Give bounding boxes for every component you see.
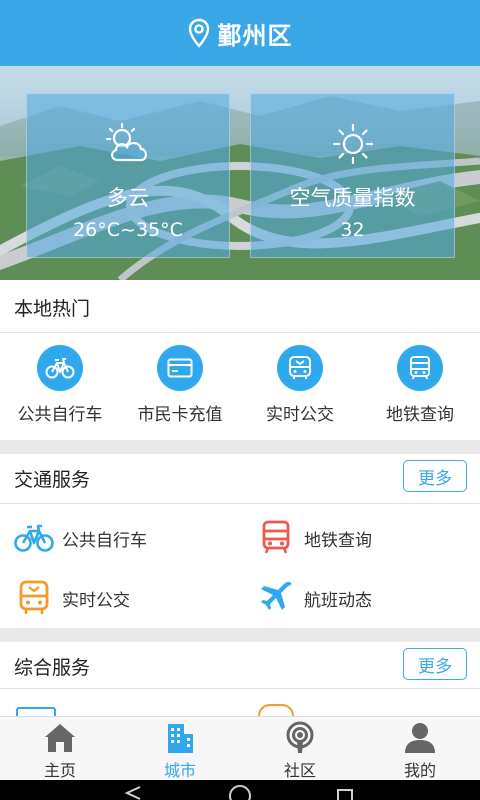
traffic-item-label: 实时公交 bbox=[62, 590, 130, 611]
top-header[interactable]: 鄞州区 bbox=[0, 0, 480, 66]
traffic-more-button[interactable]: 更多 bbox=[403, 460, 467, 492]
tab-label: 主页 bbox=[43, 761, 76, 780]
weather-card[interactable]: 多云 26°C~35°C bbox=[26, 93, 230, 258]
globe-icon-partial bbox=[258, 704, 294, 716]
user-icon bbox=[405, 723, 435, 753]
traffic-item-label: 公共自行车 bbox=[62, 530, 147, 551]
metro-icon bbox=[410, 356, 430, 380]
tab-label: 社区 bbox=[283, 761, 316, 780]
traffic-section-title: 交通服务 bbox=[14, 469, 91, 491]
hot-item-metro[interactable]: 地铁查询 bbox=[360, 345, 480, 425]
tab-profile[interactable]: 我的 bbox=[360, 717, 480, 781]
section-gap bbox=[0, 440, 480, 454]
bus-icon bbox=[19, 580, 49, 614]
air-quality-card[interactable]: 空气质量指数 32 bbox=[250, 93, 455, 258]
home-icon bbox=[45, 724, 75, 752]
back-icon[interactable] bbox=[124, 786, 142, 800]
traffic-item-flight[interactable]: 航班动态 bbox=[256, 578, 372, 618]
traffic-item-label: 航班动态 bbox=[304, 590, 372, 611]
traffic-item-metro[interactable]: 地铁查询 bbox=[256, 518, 372, 558]
divider bbox=[0, 688, 480, 689]
hot-item-label: 市民卡充值 bbox=[137, 405, 223, 425]
traffic-item-bicycle[interactable]: 公共自行车 bbox=[14, 518, 147, 558]
system-nav-bar bbox=[0, 780, 480, 800]
city-icon bbox=[168, 724, 193, 753]
app-screen: 鄞州区 多云 26°C~35°C 空气质量指数 32 本地热门 公共自行车 市民… bbox=[0, 0, 480, 800]
location-title: 鄞州区 bbox=[217, 21, 293, 50]
hot-item-label: 公共自行车 bbox=[17, 405, 103, 425]
airplane-icon bbox=[261, 581, 292, 610]
location-pin-icon bbox=[188, 18, 209, 48]
weather-banner: 多云 26°C~35°C 空气质量指数 32 bbox=[0, 66, 480, 280]
traffic-item-label: 地铁查询 bbox=[304, 530, 372, 551]
hot-item-label: 实时公交 bbox=[266, 405, 334, 425]
service-icon-partial bbox=[16, 707, 56, 716]
weather-condition: 多云 bbox=[107, 186, 149, 210]
hot-item-bus[interactable]: 实时公交 bbox=[240, 345, 360, 425]
card-icon bbox=[167, 358, 193, 378]
bus-icon bbox=[289, 356, 311, 379]
tab-label: 城市 bbox=[163, 761, 196, 780]
partly-cloudy-icon bbox=[105, 122, 147, 162]
hot-item-card-recharge[interactable]: 市民卡充值 bbox=[120, 345, 240, 425]
bicycle-icon bbox=[45, 358, 75, 379]
bicycle-icon bbox=[14, 524, 54, 552]
tab-label: 我的 bbox=[403, 761, 436, 780]
bottom-tab-bar: 主页 城市 社区 我的 bbox=[0, 716, 480, 780]
podcast-icon bbox=[286, 721, 314, 753]
sun-icon bbox=[332, 123, 373, 165]
divider bbox=[0, 503, 480, 504]
temperature-range: 26°C~35°C bbox=[73, 219, 183, 241]
recent-apps-icon[interactable] bbox=[336, 786, 354, 800]
divider bbox=[0, 332, 480, 333]
air-quality-value: 32 bbox=[340, 219, 365, 241]
general-section-title: 综合服务 bbox=[14, 657, 91, 679]
hot-section-title: 本地热门 bbox=[14, 298, 91, 320]
hot-item-bicycle[interactable]: 公共自行车 bbox=[0, 345, 120, 425]
general-more-button[interactable]: 更多 bbox=[403, 648, 467, 680]
tab-home[interactable]: 主页 bbox=[0, 717, 120, 781]
traffic-item-bus[interactable]: 实时公交 bbox=[14, 578, 130, 618]
section-gap bbox=[0, 628, 480, 642]
metro-icon bbox=[262, 520, 290, 554]
home-circle-icon[interactable] bbox=[228, 784, 252, 800]
tab-city[interactable]: 城市 bbox=[120, 717, 240, 781]
hot-item-label: 地铁查询 bbox=[386, 405, 454, 425]
tab-community[interactable]: 社区 bbox=[240, 717, 360, 781]
air-quality-label: 空气质量指数 bbox=[289, 186, 416, 210]
